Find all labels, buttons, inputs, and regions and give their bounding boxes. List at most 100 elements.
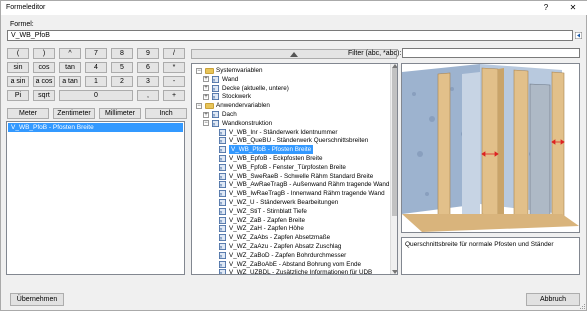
cancel-button[interactable]: Abbruch [526,293,580,306]
scroll-up-icon[interactable] [392,64,398,68]
scrollbar-thumb[interactable] [392,68,397,216]
key-button[interactable]: , [137,90,159,101]
variable-icon: x [212,119,219,127]
unit-button[interactable]: Zentimeter [53,108,95,119]
tree-item[interactable]: V_WZ_ZaH - Zapfen Höhe [229,224,304,233]
key-button[interactable]: 2 [111,76,133,87]
tree-item[interactable]: V_WZ_ZaBoAbE - Abstand Bohrung vom Ende [229,260,361,269]
variable-icon: x [219,146,226,154]
tree-scrollbar[interactable] [390,64,398,274]
tree-item[interactable]: V_WB_FpfoB - Fenster_Türpfosten Breite [229,163,346,172]
key-button[interactable]: a tan [59,76,81,87]
collapse-node-icon[interactable]: − [196,102,202,109]
key-button[interactable]: sqrt [33,90,55,101]
variable-icon: x [219,128,226,136]
variable-icon: x [212,93,219,101]
help-button[interactable]: ? [537,2,555,14]
variable-result-list[interactable]: V_WB_PfoB - Pfosten Breite [6,121,185,275]
tree-item[interactable]: V_WZ_UZBDL - Zusätzliche Informationen f… [229,268,372,274]
unit-button[interactable]: Millimeter [99,108,141,119]
key-button[interactable]: - [163,76,185,87]
key-button[interactable]: ) [33,48,55,59]
folder-icon [205,102,214,109]
folder-icon [205,67,214,74]
tree-item[interactable]: V_WB_Inr - Ständerwerk Identnummer [229,128,338,137]
key-button[interactable]: / [163,48,185,59]
expand-node-icon[interactable]: + [203,76,209,83]
tree-item[interactable]: V_WZ_ZaAzu - Zapfen Absatz Zuschlag [229,242,341,251]
key-button[interactable]: a cos [33,76,55,87]
tree-item[interactable]: V_WB_IwRaeTragB - Innenwand Rähm tragend… [229,189,385,198]
tree-item[interactable]: Dach [222,110,237,119]
key-button[interactable]: + [163,90,185,101]
formula-input[interactable]: V_WB_PfoB [7,30,573,41]
tree-item[interactable]: V_WZ_ZaB - Zapfen Breite [229,216,305,225]
variable-icon: x [219,225,226,233]
variable-icon: x [219,190,226,198]
variable-icon: x [212,111,219,118]
key-button[interactable]: ^ [59,48,81,59]
variable-icon: x [219,243,226,250]
key-button[interactable]: 7 [85,48,107,59]
key-button[interactable]: 6 [137,62,159,73]
filter-label: Filter (abc, *abc): [348,50,402,57]
variable-icon: x [219,155,226,162]
variable-icon: x [212,75,219,83]
tree-item[interactable]: V_WZ_U - Ständerwerk Bearbeitungen [229,198,338,207]
key-button[interactable]: 3 [137,76,159,87]
key-button[interactable]: 8 [111,48,133,59]
tree-item[interactable]: V_WZ_ZaBoD - Zapfen Bohrdurchmesser [229,251,346,260]
collapse-node-icon[interactable]: − [196,67,202,74]
tree-item[interactable]: V_WZ_StiT - Stirnblatt Tiefe [229,207,307,216]
tree-node-user-variables[interactable]: Anwendervariablen [216,101,270,110]
key-button[interactable]: cos [33,62,55,73]
window-title: Formeleditor [6,4,46,11]
variable-tree: − Systemvariablen + x Wand + x Decke (aktuelle,… [191,63,398,275]
expand-node-icon[interactable]: + [203,93,209,100]
variable-icon: x [219,163,226,171]
tree-item[interactable]: V_WZ_ZaAbs - Zapfen Absetzmaße [229,233,330,242]
unit-button[interactable]: Meter [7,108,49,119]
unit-button[interactable]: Inch [145,108,187,119]
list-item[interactable]: V_WB_PfoB - Pfosten Breite [8,123,183,132]
key-button[interactable]: Pi [7,90,29,101]
key-button[interactable]: 4 [85,62,107,73]
key-button[interactable]: * [163,62,185,73]
key-button[interactable]: ( [7,48,29,59]
tree-item[interactable]: V_WB_EpfoB - Eckpfosten Breite [229,154,322,163]
variable-icon: x [219,269,226,274]
apply-button[interactable]: Übernehmen [10,293,64,306]
variable-icon: x [219,234,226,242]
key-button[interactable]: a sin [7,76,29,87]
expand-node-icon[interactable]: + [203,111,209,118]
tree-item[interactable]: V_WB_SweRaeB - Schwelle Rähm Standard Br… [229,172,373,181]
key-button[interactable]: 5 [111,62,133,73]
tree-item[interactable]: V_WB_QueBU - Ständerwerk Querschnittsbre… [229,136,368,145]
tree-item[interactable]: Wand [222,75,238,84]
expand-node-icon[interactable]: + [203,85,209,92]
close-button[interactable]: ✕ [564,2,582,14]
key-button[interactable]: tan [59,62,81,73]
key-button[interactable]: 1 [85,76,107,87]
tree-item[interactable]: Decke (aktuelle, untere) [222,84,289,93]
key-button[interactable]: sin [7,62,29,73]
filter-input[interactable] [402,48,580,58]
scroll-down-icon[interactable] [392,270,398,274]
tree-item[interactable]: V_WB_PfoB - Pfosten Breite [229,145,314,155]
formula-insert-icon[interactable] [574,31,583,40]
variable-icon: x [219,199,226,206]
wall-construction-illustration [402,64,579,232]
formula-editor-window: Formeleditor ? ✕ Formel: V_WB_PfoB () ^ 7 8… [0,0,587,311]
tree-item[interactable]: Wandkonstruktion [222,119,272,128]
key-button[interactable]: 0 [59,90,133,101]
variable-icon: x [219,181,226,189]
tree-item[interactable]: Stockwerk [222,92,251,101]
key-button[interactable]: 9 [137,48,159,59]
variable-icon: x [219,251,226,259]
tree-node-system-variables[interactable]: Systemvariablen [216,66,263,75]
construction-image [401,63,580,233]
collapse-node-icon[interactable]: − [203,120,209,127]
tree-item[interactable]: V_WB_AwRaeTragB - Außenwand Rähm tragend… [229,180,389,189]
resize-grip-icon[interactable] [579,303,586,310]
variable-icon: x [219,137,226,145]
